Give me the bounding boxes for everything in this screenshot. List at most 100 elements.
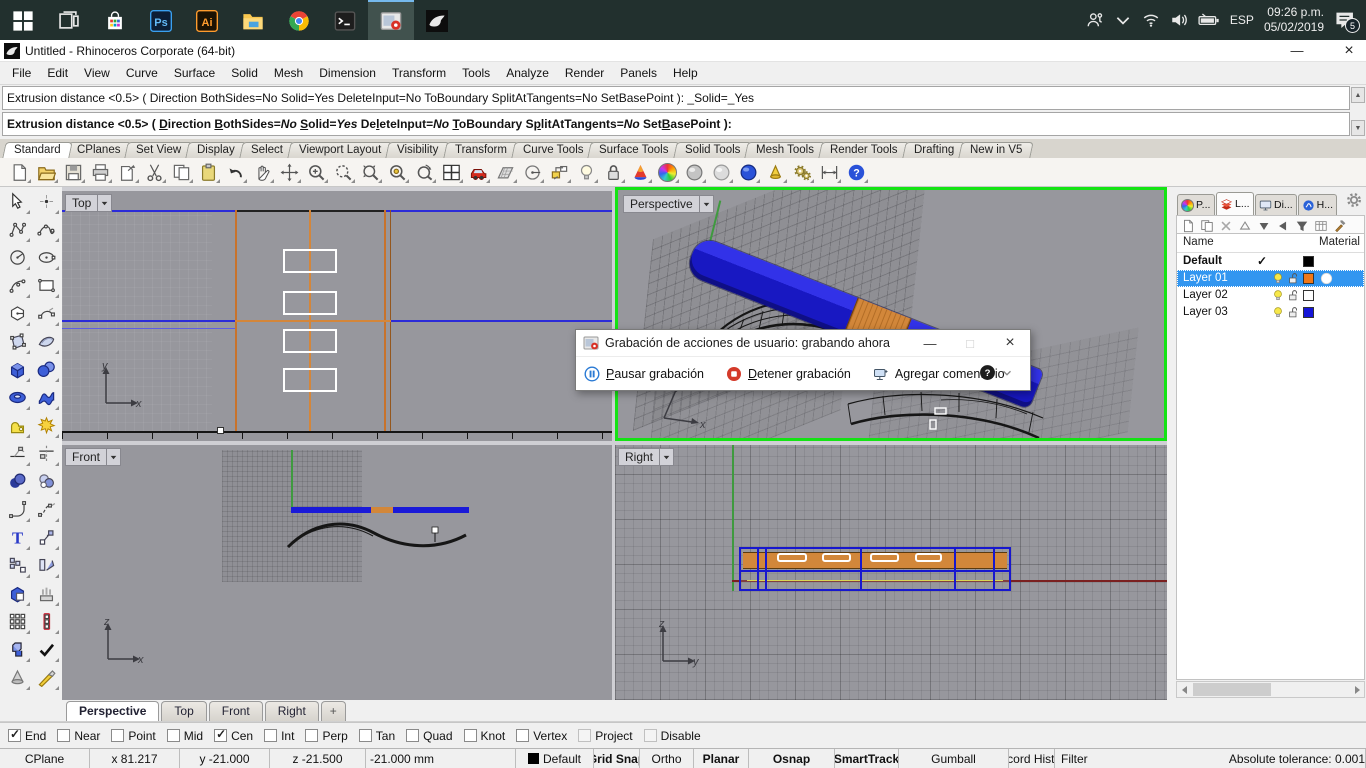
column-material[interactable]: Material	[1319, 236, 1360, 248]
statusbar-cell[interactable]: x 81.217	[90, 749, 180, 768]
layer-new-sublayer[interactable]	[1200, 219, 1214, 233]
toolbar-rendered-viewport[interactable]	[735, 159, 762, 185]
command-prompt-segment[interactable]: B	[214, 117, 223, 131]
statusbar-cell[interactable]: SmartTrack	[835, 749, 899, 768]
osnap-toggle[interactable]: Cen	[214, 727, 253, 743]
layer-move-down[interactable]	[1257, 219, 1271, 233]
osnap-toggle[interactable]: Project	[578, 729, 633, 743]
osnap-toggle[interactable]: Mid	[166, 729, 203, 743]
layer-visibility-bulb-icon[interactable]	[1272, 306, 1284, 318]
scroll-thumb[interactable]	[1193, 683, 1271, 696]
dialog-more-caret[interactable]	[1000, 366, 1014, 380]
command-prompt-segment[interactable]: p	[534, 117, 541, 131]
people-icon[interactable]	[1086, 11, 1104, 29]
toolbar-render[interactable]	[627, 159, 654, 185]
toolbar-shaded-viewport[interactable]	[681, 159, 708, 185]
command-prompt-segment[interactable]: eteInput=	[379, 117, 433, 131]
language-indicator[interactable]: ESP	[1230, 13, 1254, 27]
osnap-toggle[interactable]: Knot	[463, 729, 505, 743]
toolbar-ghosted-viewport[interactable]	[708, 159, 735, 185]
toolbar-save-file[interactable]	[60, 159, 87, 185]
toolbar-tab[interactable]: Transform	[442, 142, 519, 158]
layer-list-header[interactable]: Name Material	[1177, 234, 1364, 253]
dialog-close-button[interactable]: ×	[990, 330, 1030, 356]
volume-icon[interactable]	[1170, 11, 1188, 29]
viewport-front[interactable]: z x Front	[62, 445, 612, 700]
checkbox[interactable]	[578, 729, 592, 742]
action-center-icon[interactable]: 5	[1334, 10, 1360, 33]
toolbar-tab[interactable]: Display	[185, 142, 247, 158]
tool-ellipse[interactable]	[32, 244, 60, 271]
taskbar-screen-recorder[interactable]	[368, 0, 414, 40]
command-prompt-segment[interactable]: oBoundary	[459, 117, 526, 131]
command-prompt-segment[interactable]: olid=	[308, 117, 336, 131]
layer-name[interactable]: Layer 02	[1183, 289, 1228, 301]
dialog-minimize-button[interactable]: —	[910, 330, 950, 356]
layer-lock-icon[interactable]	[1287, 289, 1299, 301]
viewport-menu-caret[interactable]	[98, 194, 113, 212]
tool-arc[interactable]	[3, 272, 31, 299]
viewport-tab-top[interactable]: Top	[161, 701, 207, 721]
minimize-button[interactable]: —	[1280, 40, 1314, 61]
osnap-toggle[interactable]: End	[8, 727, 46, 743]
tool-extrude[interactable]	[32, 580, 60, 607]
taskbar-start-button[interactable]	[0, 0, 46, 40]
osnap-toggle[interactable]: Vertex	[516, 729, 567, 743]
toolbar-rotate-view[interactable]	[411, 159, 438, 185]
statusbar-cell[interactable]: Default	[516, 749, 594, 768]
toolbar-pan[interactable]	[249, 159, 276, 185]
layer-color-swatch[interactable]	[1303, 256, 1314, 267]
command-prompt-segment[interactable]: litAtTangents=	[541, 117, 624, 131]
command-prompt-segment[interactable]: No	[281, 117, 297, 131]
tool-text[interactable]: T	[3, 524, 31, 551]
viewport-menu-caret[interactable]	[660, 448, 675, 466]
command-prompt[interactable]: Extrusion distance <0.5> ( Direction Bot…	[2, 112, 1350, 136]
tool-trim[interactable]	[3, 440, 31, 467]
command-prompt-segment[interactable]: Set	[643, 117, 662, 131]
tool-control-cage[interactable]	[3, 328, 31, 355]
menu-item[interactable]: Tools	[454, 64, 498, 82]
statusbar-cell[interactable]: Ortho	[640, 749, 694, 768]
toolbar-named-view[interactable]	[546, 159, 573, 185]
layer-move-left[interactable]	[1276, 219, 1290, 233]
viewport-tab-new[interactable]: +	[320, 701, 346, 721]
toolbar-paste[interactable]	[195, 159, 222, 185]
close-button[interactable]: ×	[1332, 40, 1366, 61]
layer-name[interactable]: Layer 01	[1183, 272, 1228, 284]
menu-item[interactable]: Mesh	[266, 64, 311, 82]
taskbar-command-prompt[interactable]	[322, 0, 368, 40]
osnap-toggle[interactable]: Quad	[406, 729, 453, 743]
command-scroll-down[interactable]: ▼	[1351, 120, 1365, 136]
toolbar-render-settings[interactable]	[654, 159, 681, 185]
layer-row[interactable]: Layer 02 ✓	[1177, 287, 1364, 304]
taskbar-chrome[interactable]	[276, 0, 322, 40]
toolbar-zoom-selected[interactable]	[384, 159, 411, 185]
battery-icon[interactable]	[1198, 11, 1220, 29]
layer-move-up[interactable]	[1238, 219, 1252, 233]
checkbox[interactable]	[111, 729, 125, 742]
tool-surface-corner[interactable]	[32, 328, 60, 355]
tool-boolean-union[interactable]	[3, 468, 31, 495]
osnap-toggle[interactable]: Point	[111, 729, 156, 743]
statusbar-cell[interactable]: CPlane	[0, 749, 90, 768]
command-prompt-segment[interactable]: asePoint ):	[670, 117, 731, 131]
clock[interactable]: 09:26 p.m. 05/02/2019	[1264, 5, 1324, 35]
toolbar-undo[interactable]	[222, 159, 249, 185]
viewport-menu-caret[interactable]	[699, 195, 714, 213]
layer-lock-icon[interactable]	[1287, 272, 1299, 284]
statusbar-cell[interactable]: y -21.000	[180, 749, 270, 768]
layer-color-swatch[interactable]	[1303, 307, 1314, 318]
tool-torus[interactable]	[3, 384, 31, 411]
layer-lock-icon[interactable]	[1287, 306, 1299, 318]
tool-curve[interactable]	[32, 216, 60, 243]
scroll-right-arrow[interactable]	[1349, 682, 1364, 697]
statusbar-cell[interactable]: z -21.500	[270, 749, 366, 768]
tool-split[interactable]	[32, 440, 60, 467]
checkbox[interactable]	[516, 729, 530, 742]
command-scroll-up[interactable]: ▲	[1351, 87, 1365, 103]
command-prompt-segment[interactable]: No	[624, 117, 640, 131]
command-prompt-segment[interactable]: Extrusion distance <0.5> (	[7, 117, 159, 131]
panel-tab-layers[interactable]: L...	[1216, 192, 1254, 215]
osnap-toggle[interactable]: Near	[57, 729, 100, 743]
layer-row[interactable]: Default ✓	[1177, 253, 1364, 270]
